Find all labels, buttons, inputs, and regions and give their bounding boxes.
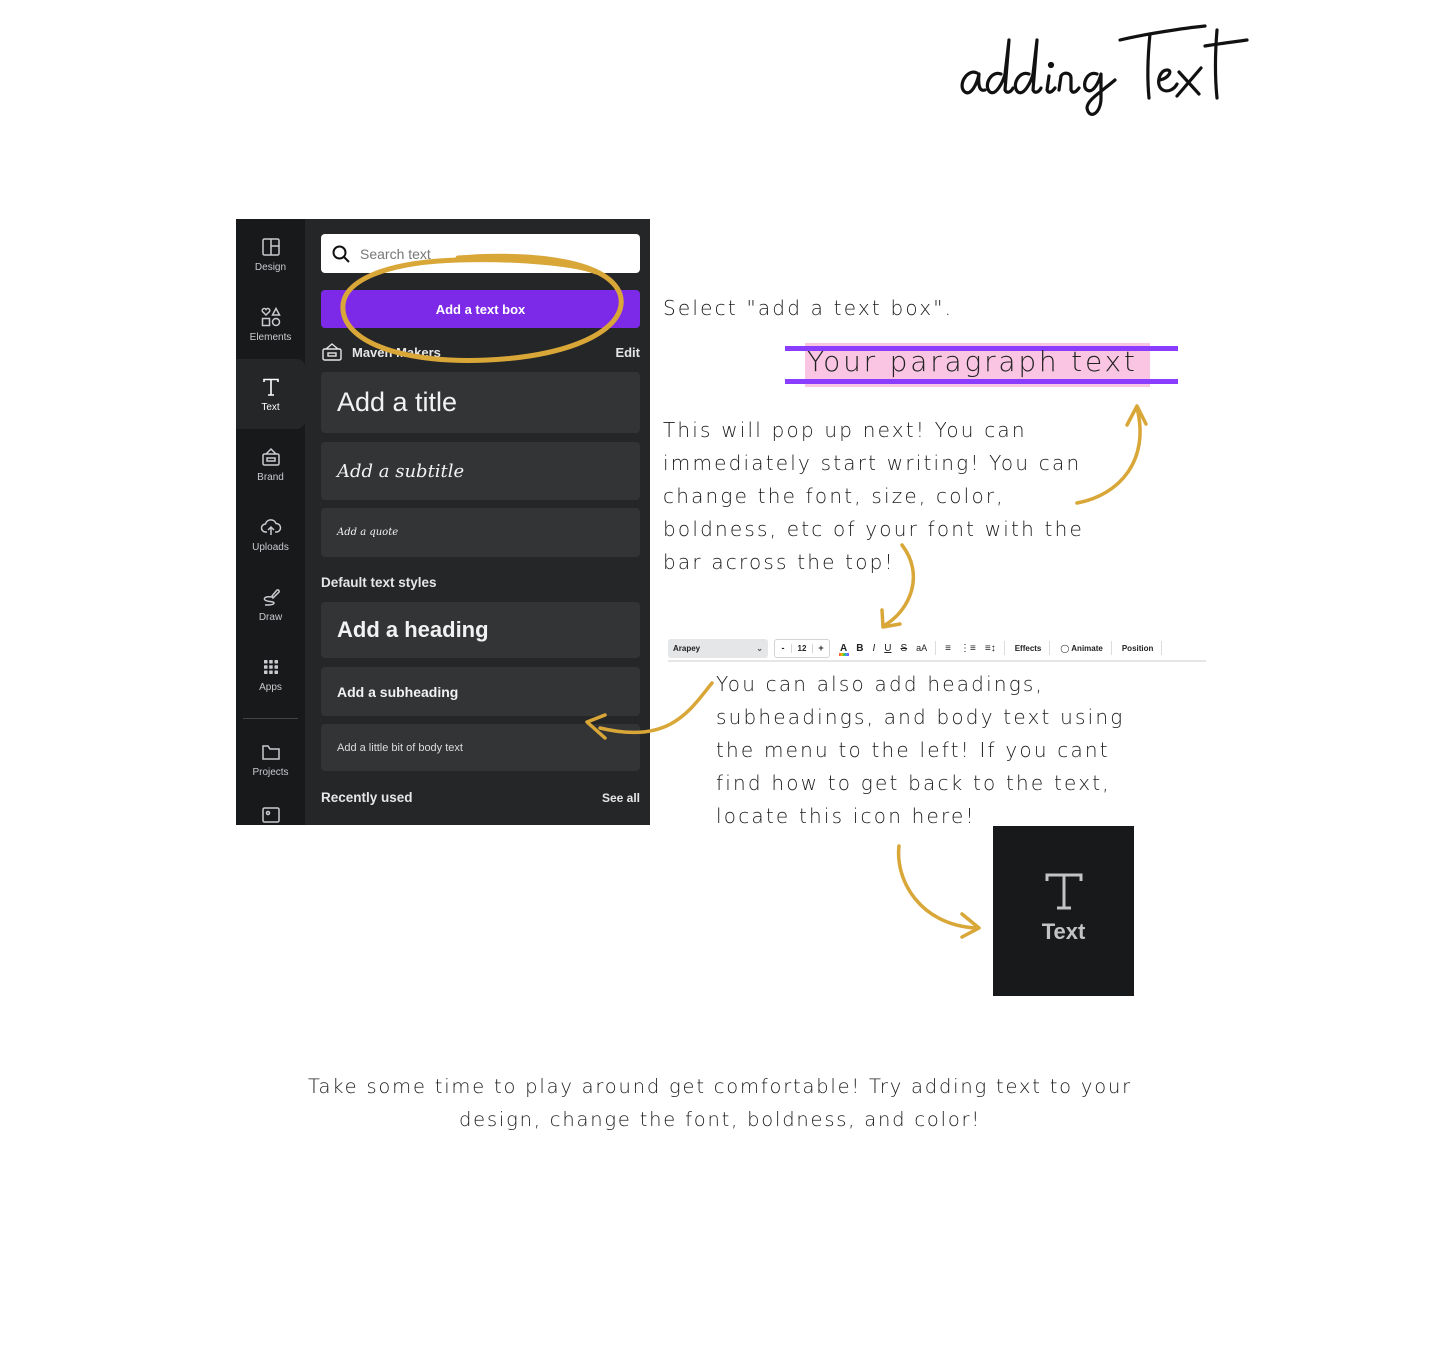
preset-title[interactable]: Add a title xyxy=(321,372,640,433)
effects-button[interactable]: Effects xyxy=(1015,644,1042,653)
rail-divider xyxy=(243,718,298,719)
page-title xyxy=(955,18,1255,128)
recently-used-row: Recently used See all xyxy=(321,790,640,805)
style-heading[interactable]: Add a heading xyxy=(321,602,640,658)
rail-item-draw[interactable]: Draw xyxy=(236,569,305,639)
closing-instruction: Take some time to play around get comfor… xyxy=(308,1075,1132,1131)
add-text-box-button[interactable]: Add a text box xyxy=(321,290,640,328)
arrow-to-text-icon xyxy=(896,844,981,939)
cloud-upload-icon xyxy=(260,518,281,535)
rail-item-design[interactable]: Design xyxy=(236,219,305,289)
search-icon xyxy=(332,245,350,263)
font-family-value: Arapey xyxy=(673,643,701,653)
list-icon[interactable]: ⋮≡ xyxy=(960,643,976,654)
rail-label: Elements xyxy=(249,331,292,343)
brand-kit-row: Maven Makers Edit xyxy=(321,341,640,363)
preset-quote[interactable]: Add a quote xyxy=(321,508,640,557)
paragraph-text[interactable]: Your paragraph text xyxy=(807,345,1138,378)
text-panel-body: Search text Add a text box Maven Makers … xyxy=(321,219,641,825)
font-size-value[interactable]: 12 xyxy=(791,643,813,653)
rail-label: Design xyxy=(254,261,287,273)
style-body-text[interactable]: Add a little bit of body text xyxy=(321,724,640,771)
brand-kit-selector[interactable]: Maven Makers xyxy=(352,345,441,360)
style-subheading[interactable]: Add a subheading xyxy=(321,667,640,716)
toolbar-divider xyxy=(1049,641,1051,655)
recently-used-label: Recently used xyxy=(321,790,413,805)
rail-item-photos[interactable] xyxy=(236,804,305,825)
rail-item-elements[interactable]: Elements xyxy=(236,289,305,359)
underline-button[interactable]: U xyxy=(884,643,891,654)
text-icon-label: Text xyxy=(1041,919,1086,944)
text-t-icon xyxy=(1045,873,1082,910)
apps-grid-icon xyxy=(263,659,278,674)
search-input[interactable]: Search text xyxy=(321,234,640,273)
side-rail: Design Elements Text Brand Uploads Draw … xyxy=(236,219,305,825)
spacing-icon[interactable]: ≡↕ xyxy=(985,643,996,654)
position-button[interactable]: Position xyxy=(1122,644,1154,653)
rail-label: Projects xyxy=(252,766,289,778)
letter-case-button[interactable]: aA xyxy=(916,643,927,653)
canva-text-panel: Design Elements Text Brand Uploads Draw … xyxy=(236,219,650,825)
toolbar-divider xyxy=(1003,641,1005,655)
see-all-link[interactable]: See all xyxy=(602,791,640,805)
toolbar-divider xyxy=(1161,641,1163,655)
instruction-popup: This will pop up next! You can immediate… xyxy=(663,418,1084,574)
increase-size-button[interactable]: + xyxy=(813,643,829,653)
instruction-select: Select "add a text box". xyxy=(663,296,954,320)
rail-item-apps[interactable]: Apps xyxy=(236,639,305,709)
text-t-icon xyxy=(262,378,279,396)
animate-icon: ◯ xyxy=(1060,643,1070,653)
folder-icon xyxy=(261,744,280,760)
paragraph-text-preview: Your paragraph text xyxy=(785,343,1178,387)
layout-icon xyxy=(261,237,280,256)
strikethrough-button[interactable]: S xyxy=(900,643,907,654)
italic-button[interactable]: I xyxy=(872,643,875,654)
rail-label: Uploads xyxy=(252,541,289,553)
rainbow-underline xyxy=(839,652,849,656)
toolbar-divider xyxy=(935,641,937,655)
rail-label: Text xyxy=(261,401,280,413)
font-size-stepper[interactable]: - 12 + xyxy=(774,638,830,658)
font-family-select[interactable]: Arapey ⌄ xyxy=(668,638,768,658)
animate-button[interactable]: ◯ Animate xyxy=(1060,644,1102,653)
rail-item-projects[interactable]: Projects xyxy=(236,724,305,794)
rail-item-brand[interactable]: Brand xyxy=(236,429,305,499)
rail-label: Draw xyxy=(258,611,283,623)
text-icon-callout: Text xyxy=(993,826,1134,996)
text-format-toolbar: Arapey ⌄ - 12 + A B I U S aA ≡ ⋮≡ ≡↕ Eff… xyxy=(668,636,1206,662)
brand-edit-link[interactable]: Edit xyxy=(615,345,640,360)
animate-label: Animate xyxy=(1071,643,1103,653)
shapes-icon xyxy=(261,306,281,326)
image-icon xyxy=(261,807,280,823)
toolbar-divider xyxy=(1110,641,1112,655)
selection-bottom-bar xyxy=(785,379,1178,384)
search-placeholder: Search text xyxy=(360,245,431,262)
rail-item-uploads[interactable]: Uploads xyxy=(236,499,305,569)
instruction-also: You can also add headings, subheadings, … xyxy=(716,672,1125,828)
brand-kit-icon xyxy=(261,447,280,466)
decrease-size-button[interactable]: - xyxy=(775,643,791,653)
brand-kit-icon xyxy=(322,343,342,361)
preset-subtitle[interactable]: Add a subtitle xyxy=(321,442,640,500)
align-center-icon[interactable]: ≡ xyxy=(945,643,951,654)
rail-label: Brand xyxy=(257,471,284,483)
draw-icon xyxy=(263,588,280,606)
bold-button[interactable]: B xyxy=(856,643,863,654)
rail-label: Apps xyxy=(259,681,282,693)
text-color-button[interactable]: A xyxy=(839,643,849,656)
chevron-down-icon: ⌄ xyxy=(756,643,763,653)
default-styles-label: Default text styles xyxy=(321,575,437,590)
rail-item-text[interactable]: Text xyxy=(236,359,305,429)
